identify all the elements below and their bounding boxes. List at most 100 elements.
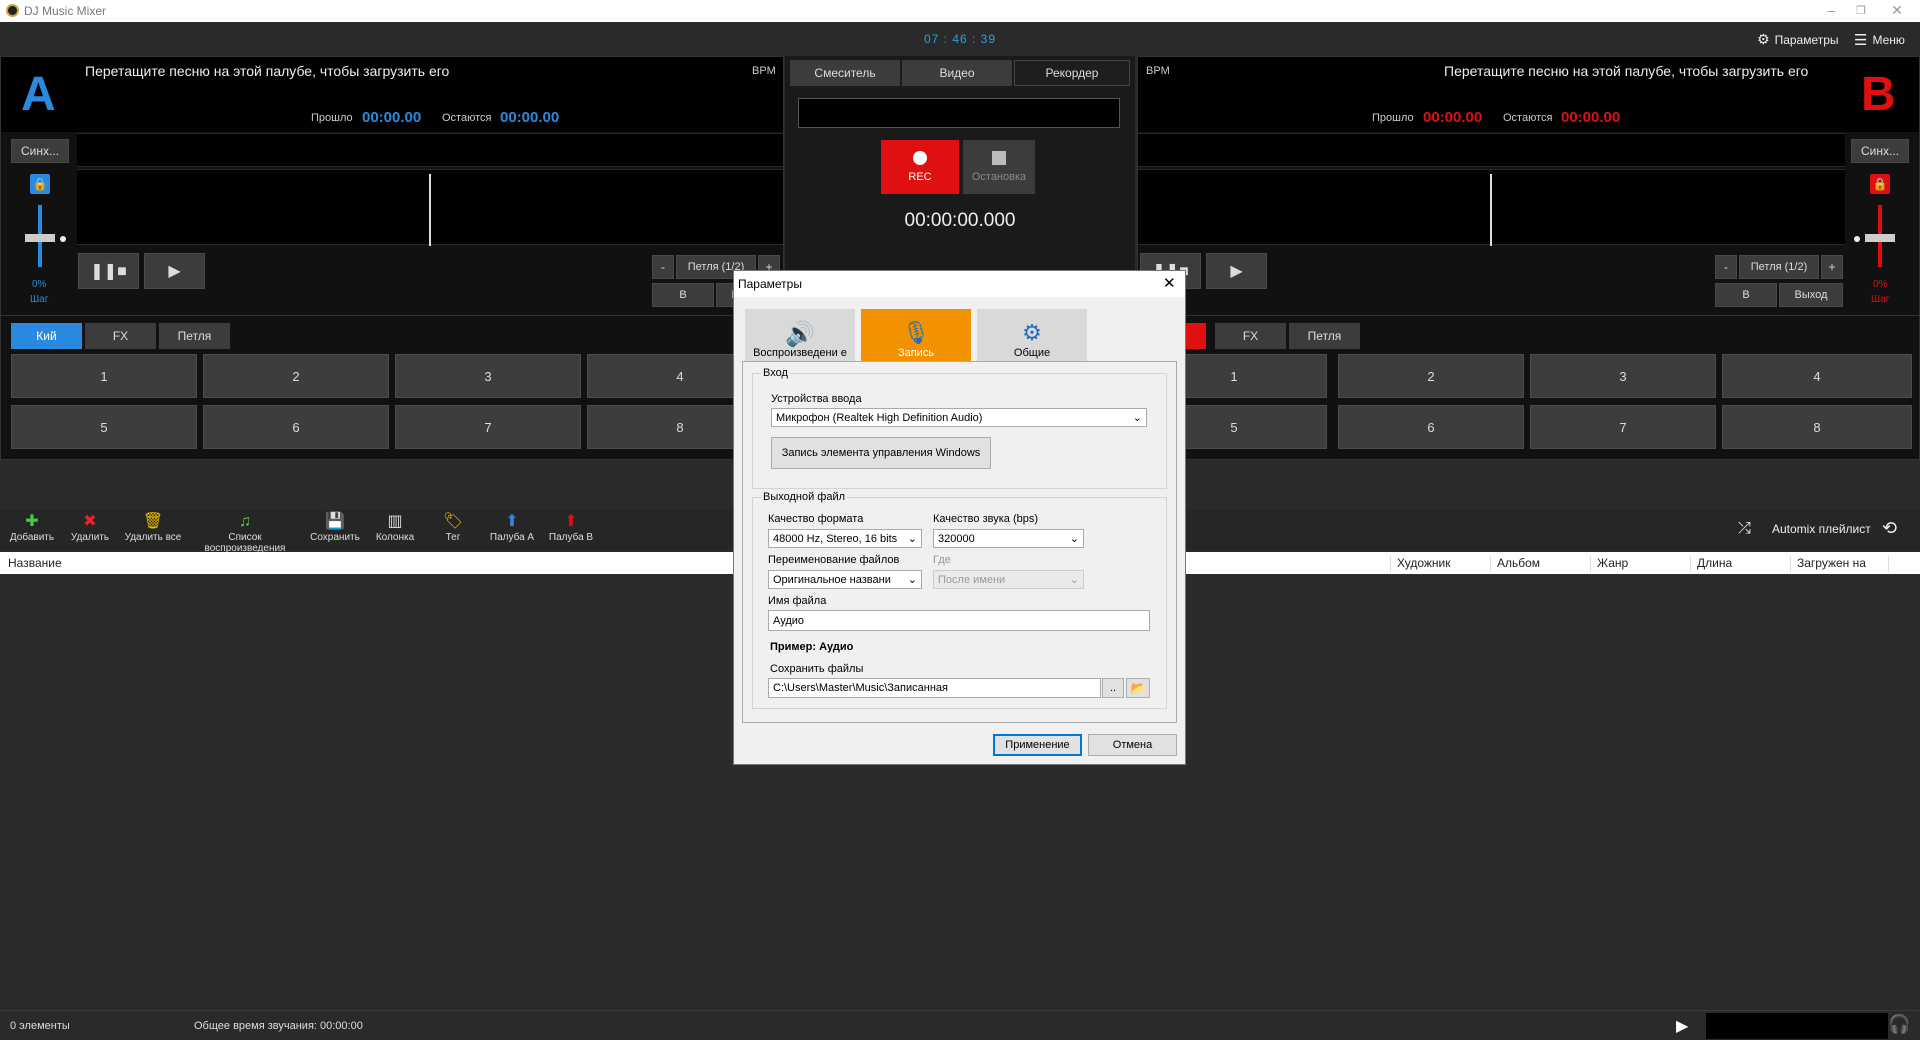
deck-a-in-button[interactable]: В: [652, 283, 714, 307]
deck-a-pad-1[interactable]: 1: [11, 354, 197, 398]
tab-playback[interactable]: 🔊 Воспроизведени е: [745, 309, 855, 361]
save-button[interactable]: 💾 Сохранить: [308, 512, 362, 543]
close-icon[interactable]: ✕: [1882, 2, 1912, 19]
deck-a-tab-cue[interactable]: Кий: [11, 323, 82, 349]
column-title[interactable]: Название: [2, 556, 62, 572]
column-length[interactable]: Длина: [1690, 556, 1732, 572]
deck-a-overview-waveform[interactable]: [77, 133, 783, 167]
floppy-icon: 💾: [325, 513, 345, 530]
tab-recorder[interactable]: Рекордер: [1014, 60, 1130, 86]
dialog-titlebar: Параметры ✕: [734, 271, 1185, 297]
tab-mixer[interactable]: Смеситель: [790, 60, 900, 86]
deck-b-pad-6[interactable]: 6: [1338, 405, 1524, 449]
add-button[interactable]: ✚ Добавить: [8, 512, 56, 543]
deck-a-lock-icon[interactable]: 🔒: [30, 174, 50, 194]
headphones-icon[interactable]: 🎧: [1888, 1014, 1910, 1035]
deck-a-sync-button[interactable]: Синх...: [11, 139, 69, 163]
deck-b-load-button[interactable]: ⬆ Палуба B: [545, 512, 597, 543]
stop-icon: [992, 151, 1006, 165]
deck-b-in-button[interactable]: В: [1715, 283, 1777, 307]
rec-button[interactable]: REC: [881, 140, 959, 194]
format-select[interactable]: 48000 Hz, Stereo, 16 bits ⌄: [768, 529, 922, 548]
column-album[interactable]: Альбом: [1490, 556, 1540, 572]
repeat-icon[interactable]: ⟲: [1882, 518, 1897, 539]
dialog-close-icon[interactable]: ✕: [1163, 274, 1176, 292]
deck-a-remain-label: Остаются: [442, 112, 492, 124]
deck-b-tab-fx[interactable]: FX: [1215, 323, 1286, 349]
device-select[interactable]: Микрофон (Realtek High Definition Audio)…: [771, 408, 1147, 427]
rename-select[interactable]: Оригинальное названи ⌄: [768, 570, 922, 589]
cancel-button[interactable]: Отмена: [1088, 734, 1177, 756]
save-path-input[interactable]: C:\Users\Master\Music\Записанная: [768, 678, 1101, 698]
output-group-label: Выходной файл: [761, 491, 848, 503]
open-folder-button[interactable]: 📂: [1126, 678, 1150, 698]
deck-b-pad-8[interactable]: 8: [1722, 405, 1912, 449]
windows-record-button[interactable]: Запись элемента управления Windows: [771, 437, 991, 469]
stop-record-button[interactable]: Остановка: [963, 140, 1035, 194]
deck-a-pitch-value: 0%: [32, 279, 47, 290]
deck-b-step[interactable]: Шаг: [1871, 294, 1889, 305]
deck-b-sync-button[interactable]: Синх...: [1851, 139, 1909, 163]
deck-b-waveform[interactable]: [1138, 169, 1845, 246]
deck-a-load-button[interactable]: ⬆ Палуба А: [486, 512, 538, 543]
deck-a-play-button[interactable]: ▶: [144, 253, 205, 289]
params-button[interactable]: ⚙ Параметры: [1757, 31, 1839, 48]
column-genre[interactable]: Жанр: [1590, 556, 1628, 572]
deck-b-remain: 00:00.00: [1561, 109, 1621, 126]
deck-b-loop-button[interactable]: Петля (1/2): [1739, 255, 1819, 279]
deck-b-pad-2[interactable]: 2: [1338, 354, 1524, 398]
menu-button[interactable]: ☰ Меню: [1854, 31, 1905, 49]
restore-icon[interactable]: ❐: [1846, 4, 1876, 17]
deck-a-pad-6[interactable]: 6: [203, 405, 389, 449]
deck-b-pitch-dot: [1854, 236, 1860, 242]
status-bar: 0 элементы Общее время звучания: 00:00:0…: [0, 1010, 1920, 1040]
deck-b-pad-7[interactable]: 7: [1530, 405, 1716, 449]
deck-a-pad-2[interactable]: 2: [203, 354, 389, 398]
deck-a-tab-fx[interactable]: FX: [85, 323, 156, 349]
deck-a-pitch-handle[interactable]: [25, 234, 55, 242]
delete-button[interactable]: ✖ Удалить: [66, 512, 114, 543]
shuffle-icon[interactable]: ⤮: [1738, 520, 1751, 538]
deck-a-step[interactable]: Шаг: [30, 294, 48, 305]
preview-bar[interactable]: [1706, 1013, 1888, 1039]
deck-a-pad-7[interactable]: 7: [395, 405, 581, 449]
deck-a-tab-loop[interactable]: Петля: [159, 323, 230, 349]
automix-label[interactable]: Automix плейлист: [1772, 522, 1871, 536]
columns-icon: ▥: [387, 513, 403, 530]
deck-b-out-button[interactable]: Выход: [1779, 283, 1843, 307]
sound-select[interactable]: 320000 ⌄: [933, 529, 1084, 548]
deck-b-play-button[interactable]: ▶: [1206, 253, 1267, 289]
record-time: 00:00:00.000: [904, 210, 1016, 231]
deck-a-pad-5[interactable]: 5: [11, 405, 197, 449]
browse-button[interactable]: ..: [1102, 678, 1124, 698]
deck-b-loop-plus[interactable]: +: [1821, 255, 1843, 279]
pause-stop-icon: ❚❚■: [90, 263, 127, 280]
filename-label: Имя файла: [768, 595, 827, 607]
tab-video[interactable]: Видео: [902, 60, 1012, 86]
minimize-icon[interactable]: –: [1816, 2, 1846, 18]
tab-record[interactable]: 🎙 Запись: [861, 309, 971, 361]
deck-b-lock-icon[interactable]: 🔒: [1870, 174, 1890, 194]
tab-general[interactable]: ⚙ Общие: [977, 309, 1087, 361]
deck-b-pad-3[interactable]: 3: [1530, 354, 1716, 398]
deck-b-overview-waveform[interactable]: [1138, 133, 1845, 167]
deck-b-tab-loop[interactable]: Петля: [1289, 323, 1360, 349]
deck-a-waveform[interactable]: [77, 169, 783, 246]
column-loaded[interactable]: Загружен на: [1790, 556, 1866, 572]
preview-play-icon[interactable]: ▶: [1676, 1016, 1688, 1036]
apply-button[interactable]: Применение: [993, 734, 1082, 756]
column-artist[interactable]: Художник: [1390, 556, 1451, 572]
deck-b-pad-4[interactable]: 4: [1722, 354, 1912, 398]
deck-a-loop-minus[interactable]: -: [652, 255, 674, 279]
filename-input[interactable]: Аудио: [768, 610, 1150, 631]
column-button[interactable]: ▥ Колонка: [370, 512, 420, 543]
delete-all-button[interactable]: 🗑 Удалить все: [122, 512, 184, 543]
rename-label: Переименование файлов: [768, 554, 900, 566]
playlist-button[interactable]: ♫ Список воспроизведения: [190, 512, 300, 554]
tag-button[interactable]: 🏷 Тег: [430, 512, 476, 543]
arrow-up-icon: ⬆: [505, 513, 519, 530]
deck-a-pad-3[interactable]: 3: [395, 354, 581, 398]
deck-b-loop-minus[interactable]: -: [1715, 255, 1737, 279]
deck-a-pause-stop-button[interactable]: ❚❚■: [78, 253, 139, 289]
deck-b-pitch-handle[interactable]: [1865, 234, 1895, 242]
